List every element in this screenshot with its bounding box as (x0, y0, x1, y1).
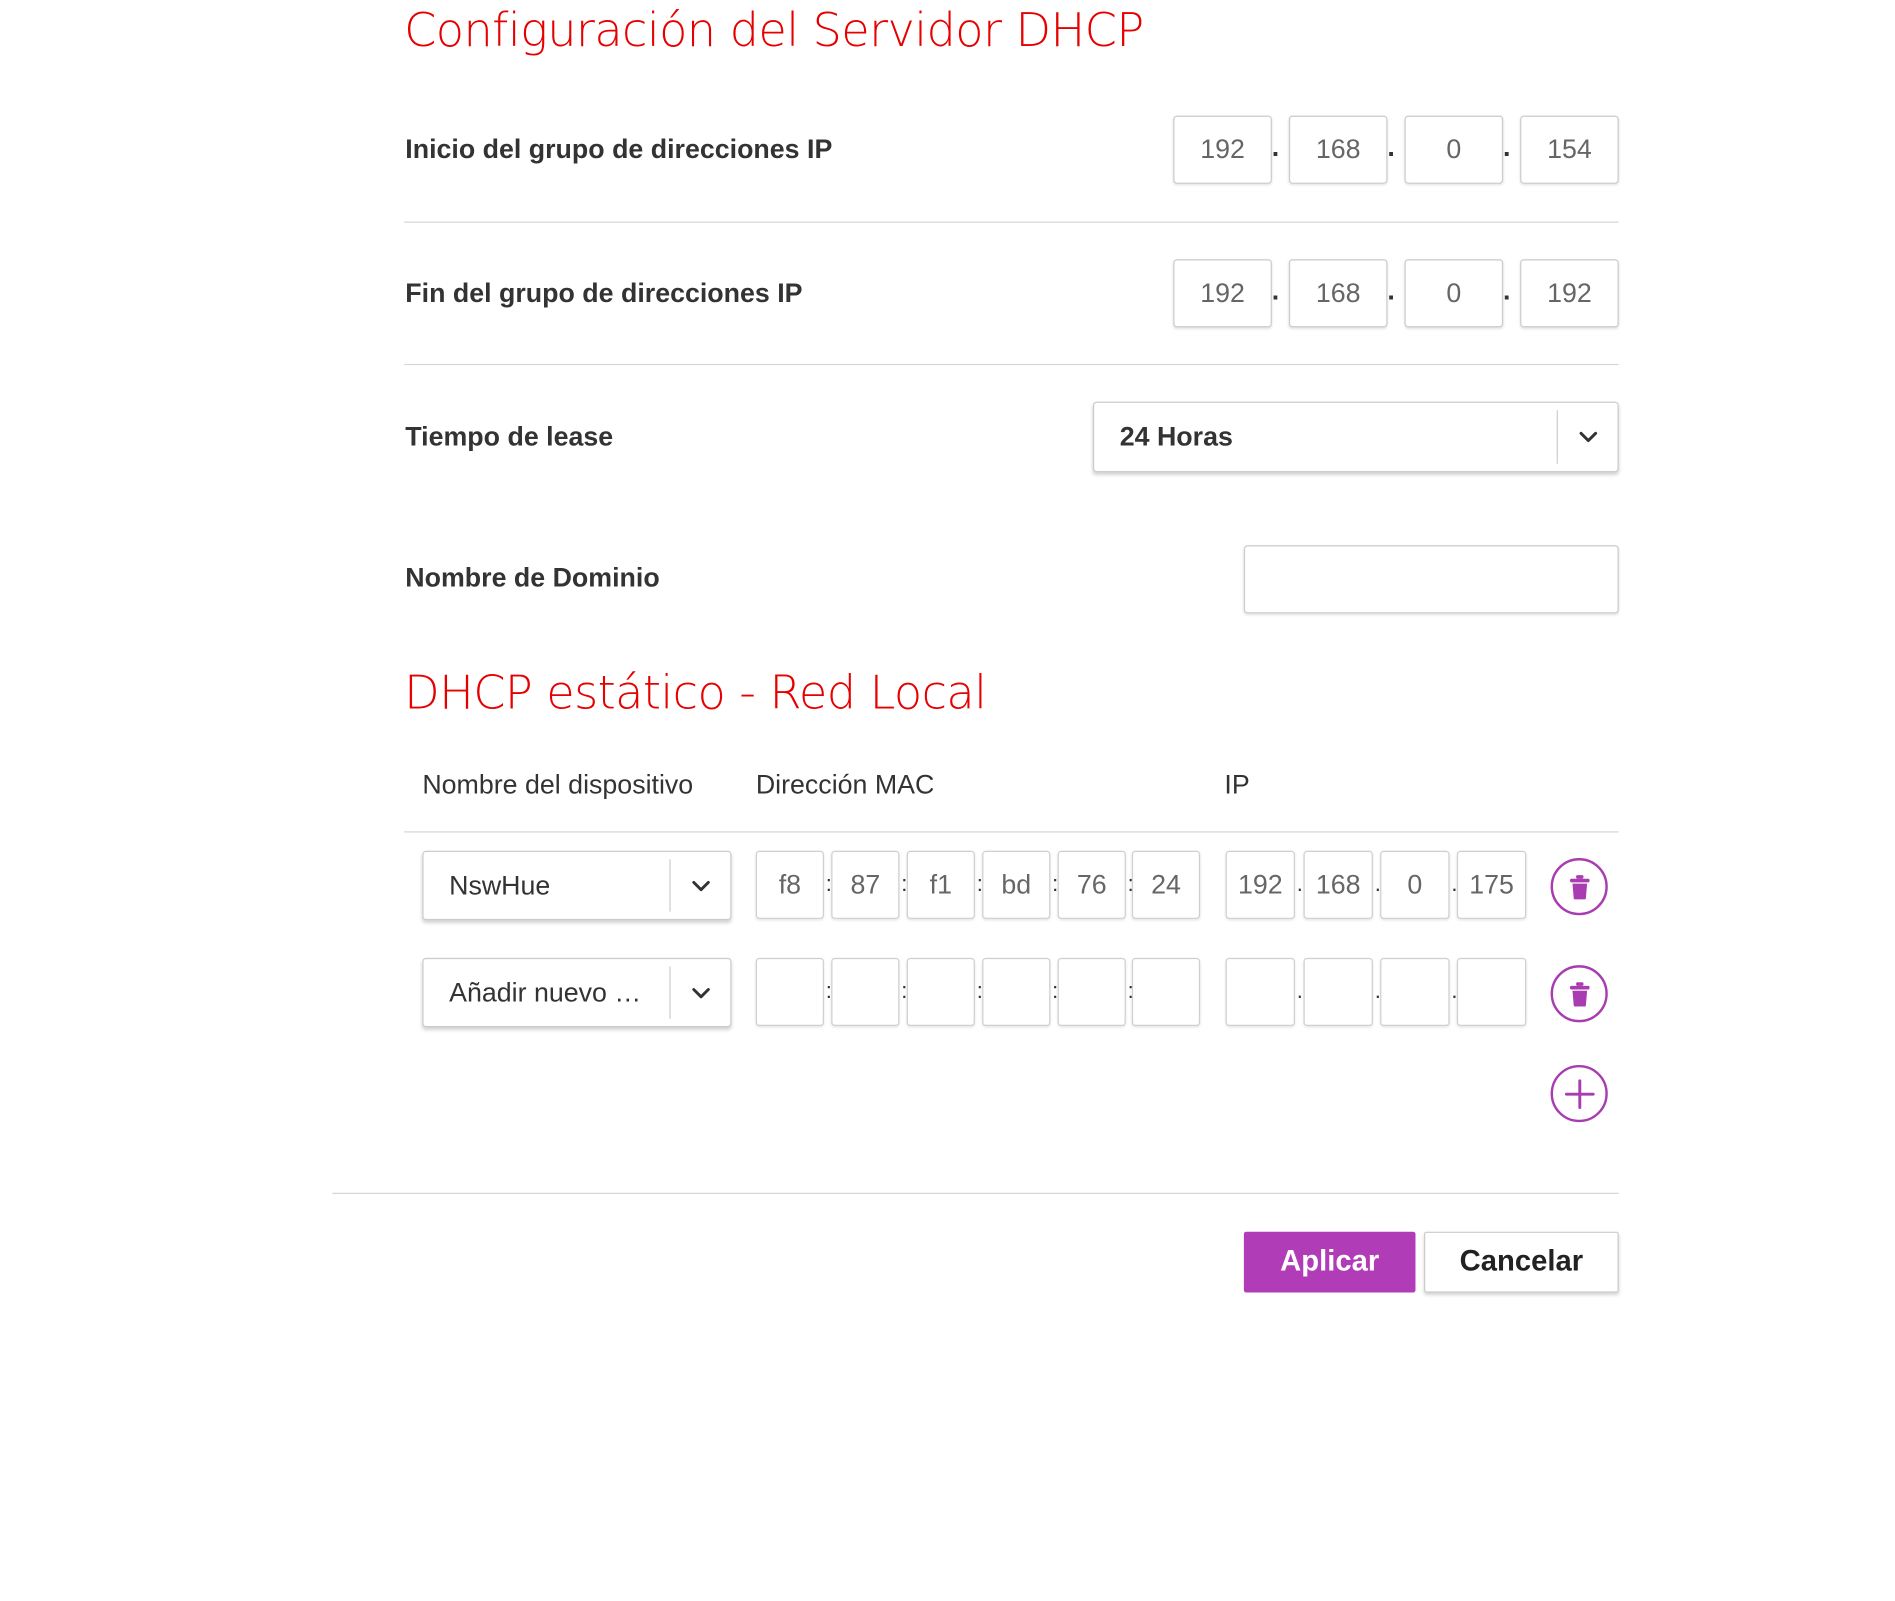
column-header-mac: Dirección MAC (755, 769, 935, 800)
domain-label: Nombre de Dominio (405, 562, 660, 593)
server-section-title: Configuración del Servidor DHCP (404, 3, 1144, 58)
static-ip-octet-1[interactable]: 192 (1225, 850, 1295, 919)
dhcp-settings-panel: Configuración del Servidor DHCP Inicio d… (0, 0, 1895, 1314)
mac-octet-3[interactable] (906, 957, 975, 1027)
mac-octet-2[interactable]: 87 (831, 850, 900, 919)
static-ip-octet-2[interactable] (1303, 957, 1373, 1027)
ip-dot-separator: . (1271, 131, 1280, 162)
mac-octet-5[interactable]: 76 (1057, 850, 1126, 919)
device-select-value: Añadir nuevo … (449, 976, 642, 1008)
column-header-ip: IP (1224, 769, 1250, 800)
lease-time-value: 24 Horas (1119, 421, 1233, 452)
mac-octet-3[interactable]: f1 (906, 850, 975, 919)
static-ip-octet-4[interactable] (1456, 957, 1527, 1027)
end-pool-label: Fin del grupo de direcciones IP (405, 277, 803, 308)
mac-octet-1[interactable]: f8 (755, 850, 824, 919)
mac-octet-4[interactable]: bd (982, 850, 1051, 919)
ip-dot-separator: . (1503, 131, 1511, 162)
start-pool-label: Inicio del grupo de direcciones IP (405, 133, 833, 165)
device-select[interactable]: NswHue (422, 850, 732, 921)
ip-dot-separator: . (1387, 131, 1395, 162)
end-pool-octet-4[interactable]: 192 (1520, 259, 1619, 328)
ip-dot-separator: . (1271, 275, 1280, 306)
static-ip-octet-3[interactable] (1380, 957, 1450, 1027)
divider (404, 831, 1619, 833)
plus-icon (1563, 1078, 1595, 1110)
end-pool-octet-3[interactable]: 0 (1404, 259, 1504, 328)
add-row-button[interactable] (1550, 1064, 1608, 1123)
device-select-value: NswHue (449, 869, 551, 901)
page: Configuración del Servidor DHCP Inicio d… (0, 0, 1895, 1600)
ip-dot-separator: . (1387, 275, 1395, 306)
static-ip-octet-2[interactable]: 168 (1303, 850, 1373, 919)
start-pool-octet-3[interactable]: 0 (1404, 115, 1504, 184)
mac-octet-1[interactable] (755, 957, 824, 1027)
static-ip-octet-1[interactable] (1225, 957, 1295, 1027)
cancel-button[interactable]: Cancelar (1424, 1231, 1619, 1293)
trash-icon (1568, 980, 1590, 1007)
chevron-down-icon[interactable] (671, 879, 731, 891)
trash-icon (1568, 873, 1590, 900)
mac-octet-6[interactable] (1131, 957, 1201, 1027)
mac-octet-2[interactable] (831, 957, 900, 1027)
lease-time-select[interactable]: 24 Horas (1092, 401, 1619, 473)
start-pool-octet-2[interactable]: 168 (1288, 115, 1388, 184)
mac-octet-4[interactable] (982, 957, 1051, 1027)
footer-divider (332, 1192, 1619, 1194)
apply-button[interactable]: Aplicar (1243, 1231, 1416, 1293)
static-section-title: DHCP estático - Red Local (404, 665, 987, 720)
divider (404, 221, 1619, 223)
start-pool-octet-1[interactable]: 192 (1173, 115, 1272, 184)
lease-label: Tiempo de lease (405, 421, 614, 452)
chevron-down-icon[interactable] (1558, 431, 1618, 443)
chevron-down-icon[interactable] (671, 986, 731, 998)
static-ip-octet-4[interactable]: 175 (1456, 850, 1527, 919)
start-pool-octet-4[interactable]: 154 (1520, 115, 1619, 184)
ip-dot-separator: . (1503, 275, 1511, 306)
mac-octet-5[interactable] (1057, 957, 1126, 1027)
delete-row-button[interactable] (1550, 858, 1608, 916)
mac-octet-6[interactable]: 24 (1131, 850, 1201, 919)
end-pool-octet-1[interactable]: 192 (1173, 259, 1272, 328)
delete-row-button[interactable] (1550, 965, 1608, 1023)
static-ip-octet-3[interactable]: 0 (1380, 850, 1450, 919)
domain-name-input[interactable] (1243, 545, 1619, 614)
column-header-device: Nombre del dispositivo (422, 769, 694, 800)
end-pool-octet-2[interactable]: 168 (1288, 259, 1388, 328)
divider (404, 363, 1619, 366)
device-select[interactable]: Añadir nuevo … (422, 957, 732, 1028)
